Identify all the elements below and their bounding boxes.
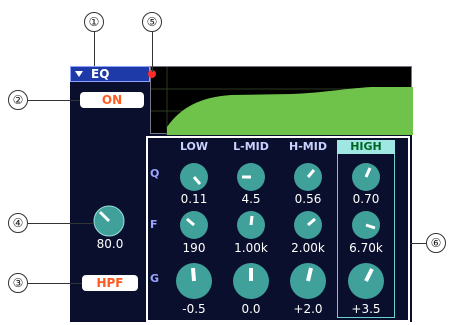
hmid-f-knob[interactable] [293, 210, 323, 240]
eq-on-button[interactable]: ON [80, 92, 144, 108]
hmid-q-knob[interactable] [293, 162, 323, 192]
high-q-knob[interactable] [351, 162, 381, 192]
hmid-q-value: 0.56 [294, 192, 322, 206]
callout-3: ③ [8, 273, 28, 293]
hmid-f-value: 2.00k [291, 241, 325, 255]
eq-title: EQ [91, 67, 110, 81]
low-q-value: 0.11 [180, 192, 208, 206]
eq-header[interactable]: EQ [70, 66, 150, 82]
band-header-hmid[interactable]: H-MID [279, 140, 337, 154]
high-g-value: +3.5 [351, 302, 381, 316]
hmid-g-value: +2.0 [293, 302, 323, 316]
eq-curve-graphic [151, 67, 413, 135]
high-f-value: 6.70k [349, 241, 383, 255]
eq-response-graph [150, 66, 413, 135]
eq-curve-fill [167, 87, 413, 135]
low-f-knob[interactable] [179, 210, 209, 240]
lmid-g-value: 0.0 [241, 302, 261, 316]
triangle-down-icon[interactable] [75, 71, 83, 77]
callout-2-leader [28, 100, 80, 101]
callout-4-leader [28, 223, 94, 224]
band-header-low[interactable]: LOW [165, 140, 223, 154]
callout-5: ⑤ [142, 12, 162, 32]
callout-6: ⑥ [426, 233, 446, 253]
high-g-knob[interactable] [347, 262, 385, 300]
row-label-q: Q [150, 167, 160, 180]
callout-6-leader [410, 243, 426, 244]
high-q-value: 0.70 [352, 192, 380, 206]
lmid-f-value: 1.00k [234, 241, 268, 255]
low-g-knob[interactable] [175, 262, 213, 300]
lmid-q-value: 4.5 [241, 192, 261, 206]
callout-4: ④ [8, 213, 28, 233]
low-f-value: 190 [182, 241, 206, 255]
hmid-g-knob[interactable] [289, 262, 327, 300]
callout-3-leader [28, 283, 82, 284]
lmid-f-knob[interactable] [236, 210, 266, 240]
callout-1: ① [84, 12, 104, 32]
callout-5-leader [152, 32, 153, 72]
callout-1-leader [94, 32, 95, 66]
lmid-g-knob[interactable] [232, 262, 270, 300]
hpf-knob[interactable] [92, 204, 126, 238]
hpf-button[interactable]: HPF [82, 275, 138, 291]
lmid-q-knob[interactable] [236, 162, 266, 192]
low-q-knob[interactable] [179, 162, 209, 192]
high-f-knob[interactable] [351, 210, 381, 240]
row-label-g: G [150, 272, 160, 285]
low-g-value: -0.5 [182, 302, 206, 316]
band-header-high[interactable]: HIGH [337, 140, 395, 154]
hpf-frequency-value: 80.0 [96, 237, 124, 251]
row-label-f: F [150, 218, 158, 231]
callout-2: ② [8, 90, 28, 110]
band-header-lmid[interactable]: L-MID [222, 140, 280, 154]
